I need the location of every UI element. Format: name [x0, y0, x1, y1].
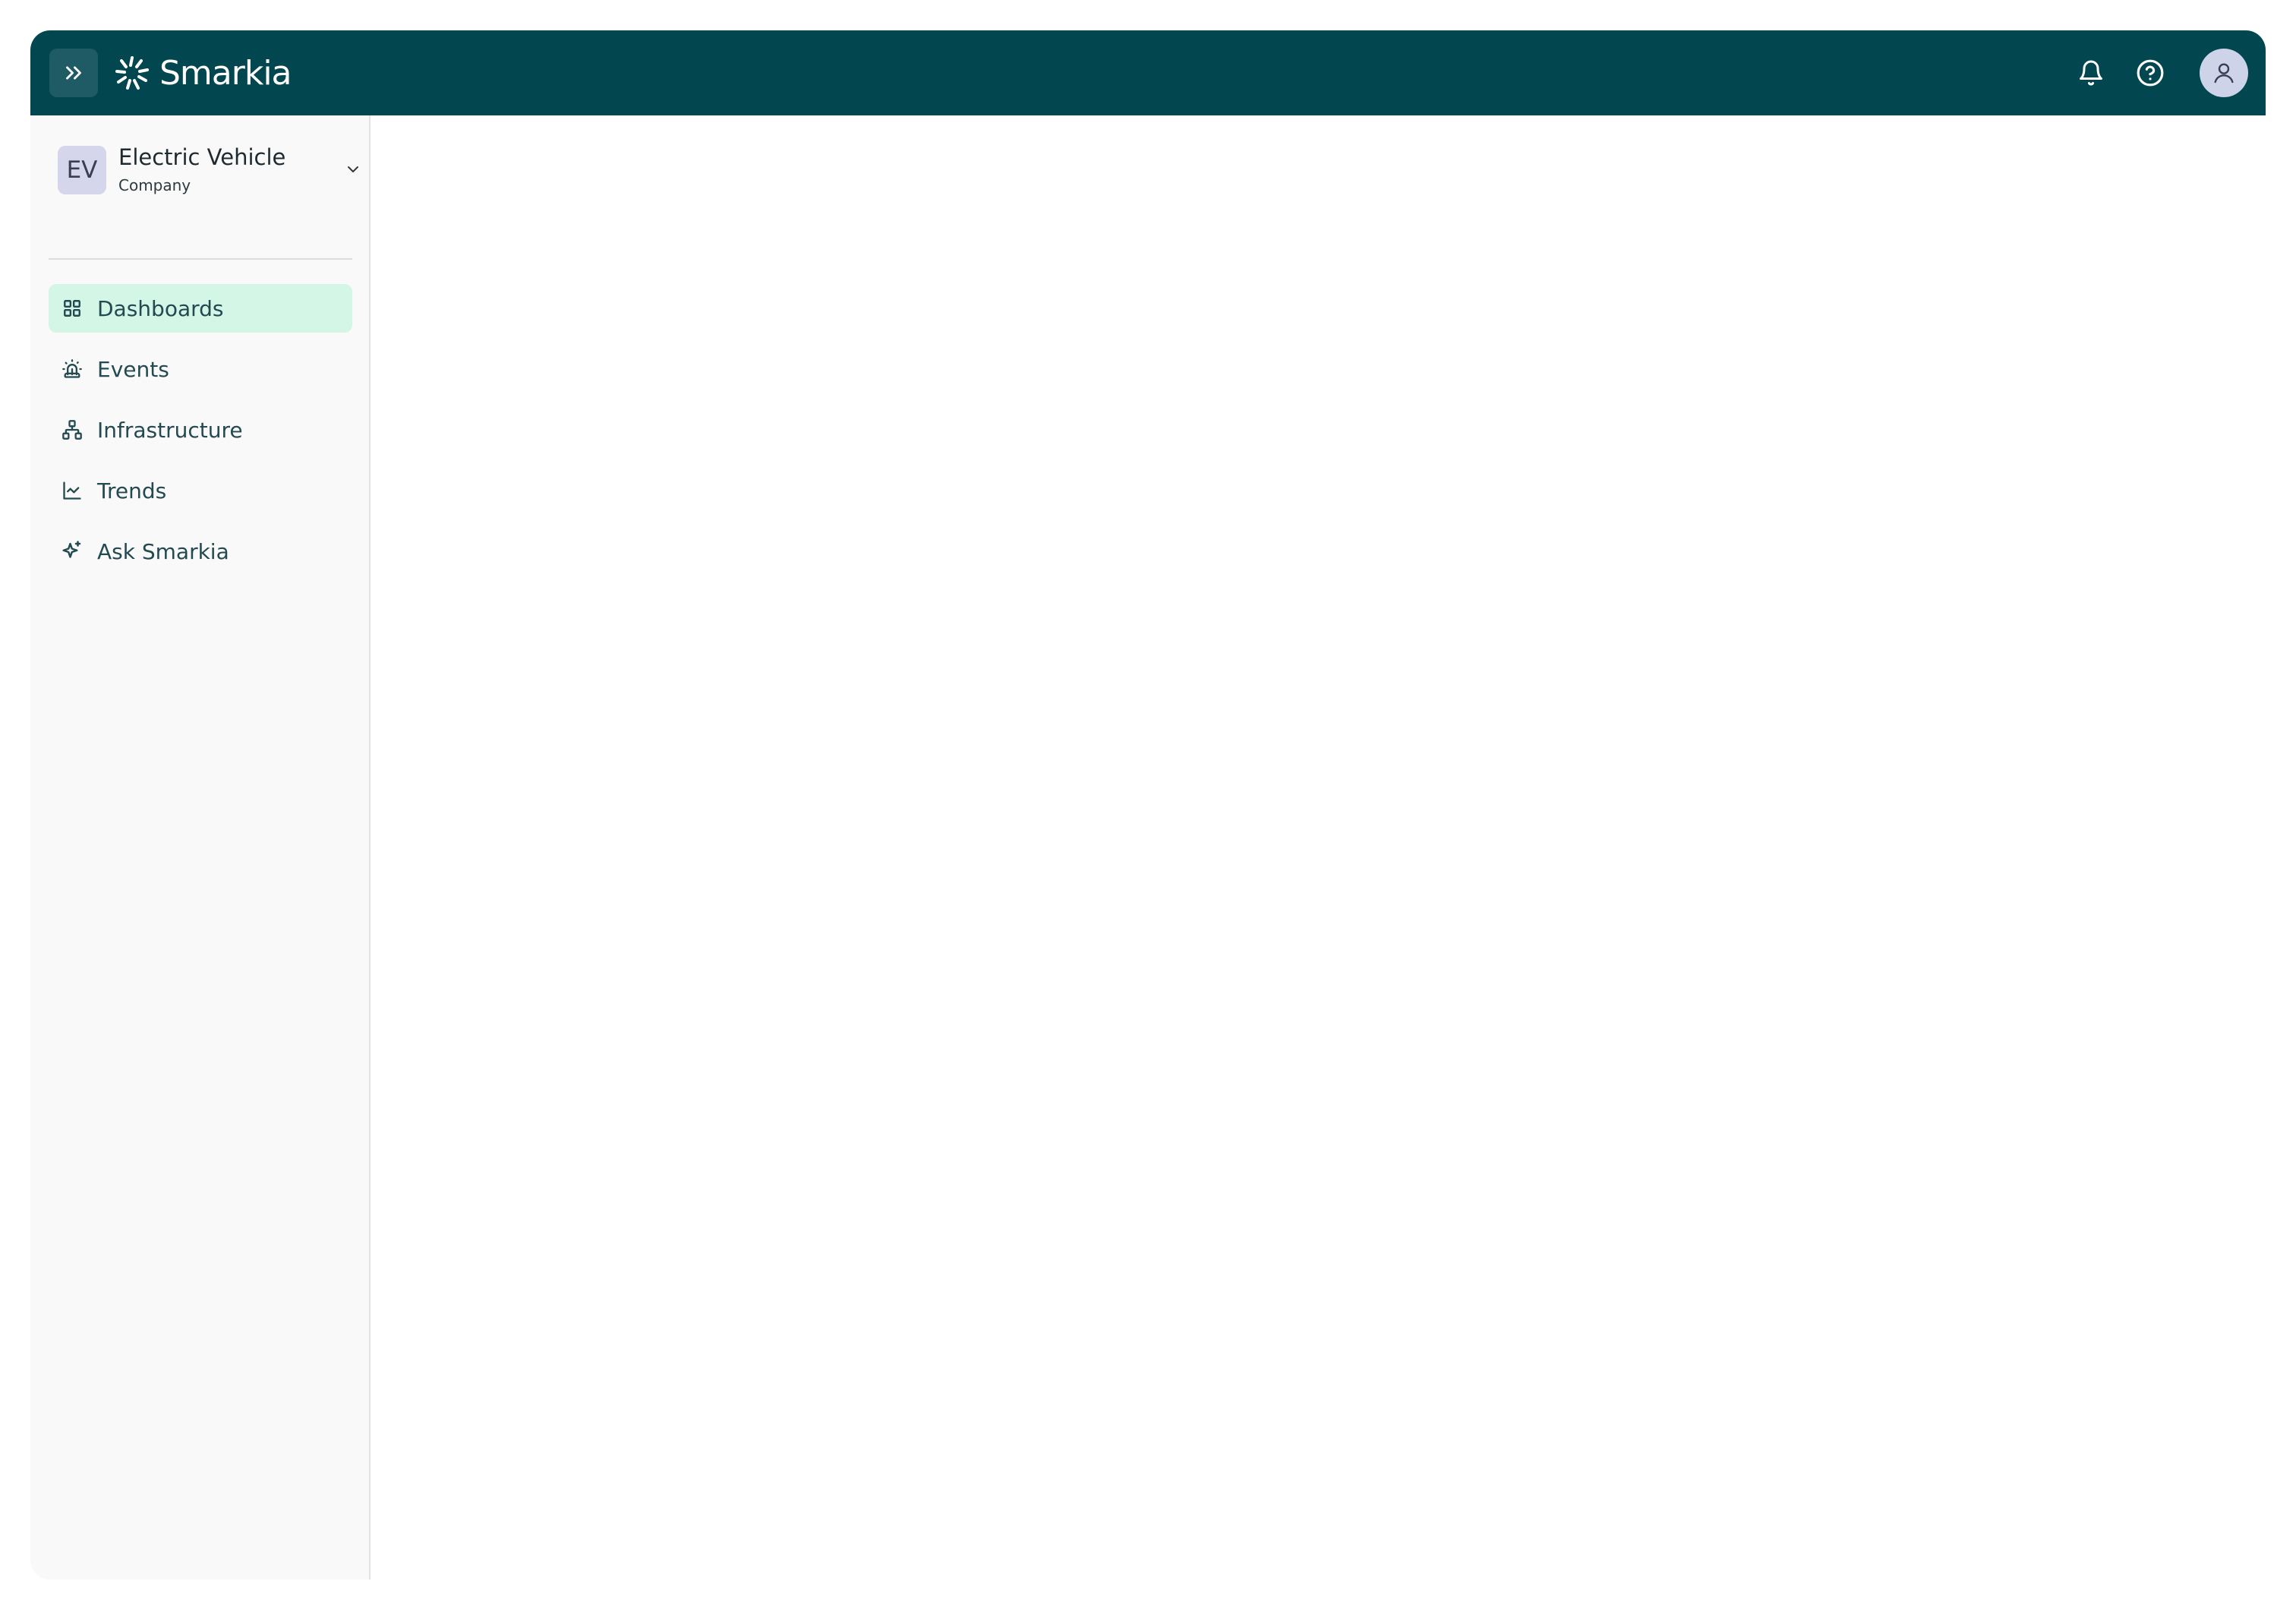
sidebar-item-events[interactable]: Events [49, 345, 352, 393]
sidebar-item-ask-smarkia[interactable]: Ask Smarkia [49, 527, 352, 576]
app-window: Smarkia EV Electric Vehicle Company Dash… [30, 30, 2266, 1580]
sidebar-item-dashboards[interactable]: Dashboards [49, 284, 352, 333]
organization-name: Electric Vehicle [118, 144, 286, 170]
smarkia-logo-icon [115, 56, 149, 90]
help-circle-icon [2137, 59, 2164, 87]
top-bar: Smarkia [30, 30, 2266, 115]
siren-icon [59, 356, 85, 382]
sparkles-icon [59, 538, 85, 564]
help-button[interactable] [2132, 55, 2168, 91]
sidebar-item-label: Trends [97, 478, 167, 503]
brand-logo[interactable]: Smarkia [114, 50, 292, 96]
sidebar-item-infrastructure[interactable]: Infrastructure [49, 406, 352, 454]
organization-dropdown-toggle[interactable] [342, 158, 364, 181]
organization-badge: EV [58, 146, 106, 194]
sidebar-divider [49, 258, 352, 260]
chevrons-right-icon [66, 66, 81, 80]
sidebar-item-label: Infrastructure [97, 417, 243, 443]
line-chart-icon [59, 478, 85, 503]
sidebar-item-label: Ask Smarkia [97, 538, 229, 564]
organization-selector[interactable]: EV Electric Vehicle Company [58, 144, 361, 197]
sidebar-item-trends[interactable]: Trends [49, 466, 352, 515]
sidebar-item-label: Events [97, 356, 169, 382]
network-icon [59, 417, 85, 443]
main-content [371, 115, 2266, 1580]
user-avatar-button[interactable] [2200, 49, 2248, 97]
brand-name: Smarkia [159, 53, 292, 93]
sidebar-item-label: Dashboards [97, 295, 224, 321]
grid-icon [59, 295, 85, 321]
notifications-button[interactable] [2073, 55, 2109, 91]
user-icon [2214, 63, 2234, 84]
bell-icon [2080, 60, 2102, 86]
chevron-down-icon [348, 166, 358, 172]
expand-sidebar-button[interactable] [49, 49, 98, 97]
organization-type: Company [118, 176, 191, 194]
sidebar: EV Electric Vehicle Company Dashboards E… [30, 115, 371, 1580]
